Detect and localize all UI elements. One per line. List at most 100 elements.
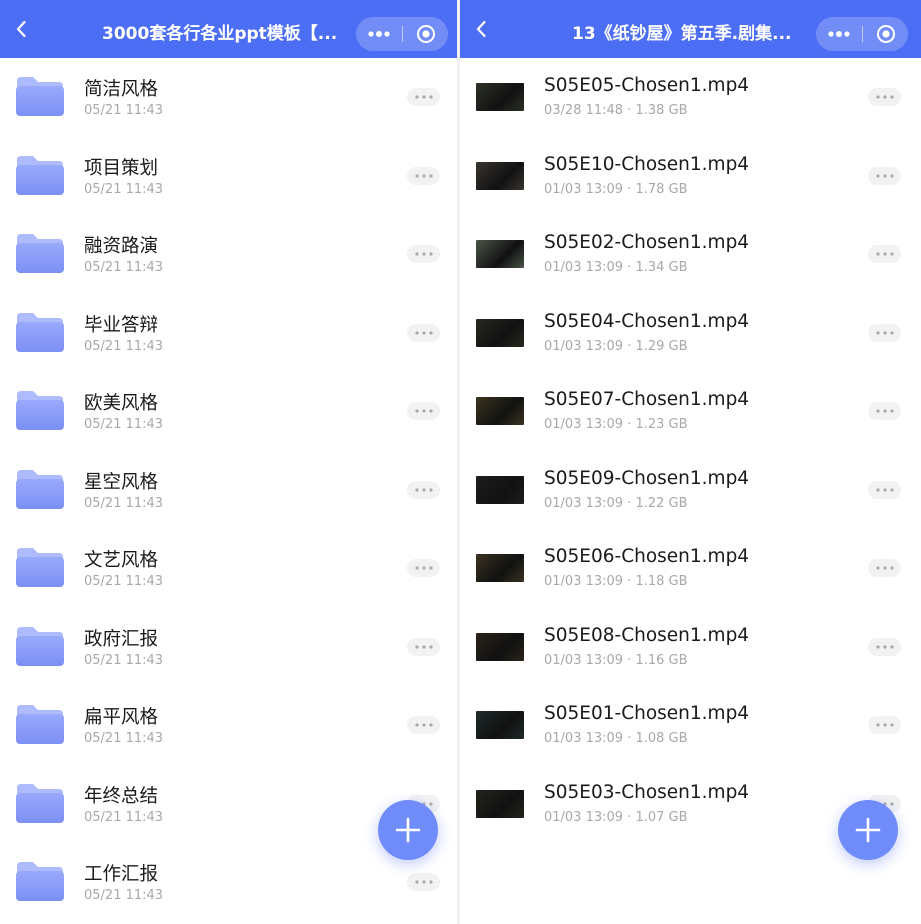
item-meta: 01/03 13:09 · 1.16 GB (544, 652, 688, 668)
target-circle-icon (876, 25, 895, 43)
more-dots-icon (414, 880, 433, 884)
item-meta: 01/03 13:09 · 1.78 GB (544, 181, 688, 197)
item-name: 欧美风格 (84, 393, 159, 414)
list-item[interactable]: S05E07-Chosen1.mp4 01/03 13:09 · 1.23 GB (460, 372, 921, 451)
more-dots-icon (875, 409, 894, 413)
ppt-template-folder-panel: 3000套各行各业ppt模板【... 简洁风格 05/21 11:43 项目策划 05… (0, 0, 457, 924)
video-thumbnail (476, 83, 524, 111)
item-more-button[interactable] (407, 166, 440, 185)
item-more-button[interactable] (407, 402, 440, 420)
capsule-more-button[interactable] (816, 17, 862, 51)
list-item[interactable]: 项目策划 05/21 11:43 (0, 137, 457, 216)
list-item[interactable]: S05E04-Chosen1.mp4 01/03 13:09 · 1.29 GB (460, 294, 921, 373)
list-item[interactable]: 星空风格 05/21 11:43 (0, 451, 457, 530)
item-name: S05E04-Chosen1.mp4 (544, 310, 750, 332)
item-name: S05E08-Chosen1.mp4 (544, 624, 750, 646)
capsule-close-button[interactable] (863, 17, 908, 51)
item-more-button[interactable] (868, 88, 901, 106)
item-more-button[interactable] (407, 873, 440, 891)
add-button[interactable] (378, 800, 438, 860)
list-item[interactable]: 融资路演 05/21 11:43 (0, 215, 457, 294)
item-more-button[interactable] (868, 402, 901, 420)
item-more-button[interactable] (868, 637, 901, 656)
capsule-close-button[interactable] (403, 17, 448, 51)
more-dots-icon (414, 330, 433, 335)
item-name: 简洁风格 (84, 79, 159, 100)
page-title: 13《纸钞屋》第五季.剧集... (572, 24, 792, 44)
list-item[interactable]: S05E05-Chosen1.mp4 03/28 11:48 · 1.38 GB (460, 58, 921, 137)
item-meta: 05/21 11:43 (84, 260, 164, 275)
item-more-button[interactable] (868, 245, 901, 263)
more-dots-icon (875, 566, 894, 570)
item-name: S05E09-Chosen1.mp4 (544, 467, 750, 489)
item-more-button[interactable] (868, 480, 901, 499)
item-name: S05E06-Chosen1.mp4 (544, 546, 750, 567)
item-name: 毕业答辩 (84, 314, 159, 336)
list-item[interactable]: S05E09-Chosen1.mp4 01/03 13:09 · 1.22 GB (460, 451, 921, 530)
folder-icon (16, 862, 64, 901)
item-more-button[interactable] (407, 323, 440, 342)
list-item[interactable]: 简洁风格 05/21 11:43 (0, 58, 457, 137)
list-item[interactable]: 扁平风格 05/21 11:43 (0, 686, 457, 765)
list-item[interactable]: S05E06-Chosen1.mp4 01/03 13:09 · 1.18 GB (460, 529, 921, 608)
item-more-button[interactable] (868, 323, 901, 342)
item-meta: 01/03 13:09 · 1.08 GB (544, 731, 688, 746)
back-button[interactable] (470, 17, 494, 41)
item-more-button[interactable] (407, 637, 440, 656)
list-item[interactable]: 文艺风格 05/21 11:43 (0, 529, 457, 608)
item-more-button[interactable] (407, 245, 440, 263)
capsule-more-button[interactable] (356, 17, 402, 51)
list-item[interactable]: 工作汇报 05/21 11:43 (0, 843, 457, 922)
item-more-button[interactable] (407, 559, 440, 577)
video-thumbnail (476, 789, 524, 818)
item-name: S05E05-Chosen1.mp4 (544, 75, 750, 96)
item-meta: 05/21 11:43 (84, 574, 164, 589)
miniprogram-capsule (816, 17, 908, 51)
chevron-left-icon (16, 20, 26, 38)
item-meta: 05/21 11:43 (84, 731, 164, 746)
item-meta: 01/03 13:09 · 1.18 GB (544, 574, 688, 589)
miniprogram-capsule (356, 17, 448, 51)
item-more-button[interactable] (868, 716, 901, 734)
video-thumbnail (476, 554, 524, 582)
item-more-button[interactable] (407, 716, 440, 734)
item-name: 工作汇报 (84, 864, 159, 885)
target-circle-icon (416, 25, 435, 43)
more-dots-icon (875, 252, 894, 256)
list-item[interactable]: S05E01-Chosen1.mp4 01/03 13:09 · 1.08 GB (460, 686, 921, 765)
plus-icon (395, 817, 421, 843)
item-meta: 01/03 13:09 · 1.34 GB (544, 260, 688, 275)
more-dots-icon (414, 173, 433, 178)
item-name: S05E02-Chosen1.mp4 (544, 232, 750, 253)
item-meta: 05/21 11:43 (84, 181, 164, 197)
item-more-button[interactable] (407, 480, 440, 499)
item-meta: 01/03 13:09 · 1.23 GB (544, 417, 688, 432)
nav-header: 13《纸钞屋》第五季.剧集... (460, 0, 921, 58)
item-more-button[interactable] (407, 88, 440, 106)
list-item[interactable]: S05E08-Chosen1.mp4 01/03 13:09 · 1.16 GB (460, 608, 921, 687)
list-item[interactable]: S05E02-Chosen1.mp4 01/03 13:09 · 1.34 GB (460, 215, 921, 294)
list-item[interactable]: 政府汇报 05/21 11:43 (0, 608, 457, 687)
back-button[interactable] (10, 17, 34, 41)
item-name: 扁平风格 (84, 707, 159, 728)
more-dots-icon (414, 723, 433, 727)
item-meta: 05/21 11:43 (84, 888, 164, 903)
item-name: 融资路演 (84, 236, 159, 257)
item-name: 星空风格 (84, 471, 159, 493)
video-thumbnail (476, 475, 524, 504)
folder-icon (16, 705, 64, 744)
list-item[interactable]: S05E10-Chosen1.mp4 01/03 13:09 · 1.78 GB (460, 137, 921, 216)
list-item[interactable]: 毕业答辩 05/21 11:43 (0, 294, 457, 373)
video-thumbnail (476, 632, 524, 661)
item-meta: 05/21 11:43 (84, 495, 164, 511)
item-more-button[interactable] (868, 559, 901, 577)
item-name: S05E03-Chosen1.mp4 (544, 781, 750, 803)
page-title: 3000套各行各业ppt模板【... (102, 24, 338, 44)
add-button[interactable] (838, 800, 898, 860)
item-more-button[interactable] (868, 166, 901, 185)
more-dots-icon (828, 31, 850, 37)
list-item[interactable]: 欧美风格 05/21 11:43 (0, 372, 457, 451)
item-meta: 05/21 11:43 (84, 338, 164, 354)
folder-icon (16, 234, 64, 273)
more-dots-icon (875, 723, 894, 727)
